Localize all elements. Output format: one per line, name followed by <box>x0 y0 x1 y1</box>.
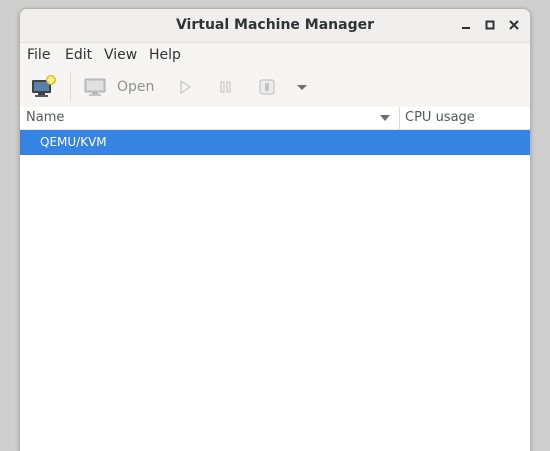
maximize-icon <box>485 20 495 30</box>
menu-help[interactable]: Help <box>149 43 181 67</box>
shutdown-dropdown-button[interactable] <box>296 75 308 99</box>
column-cpu-usage[interactable]: CPU usage <box>405 107 475 129</box>
menu-file[interactable]: File <box>27 43 50 67</box>
window-title: Virtual Machine Manager <box>175 17 375 33</box>
toolbar: Open <box>20 67 530 108</box>
toolbar-separator <box>70 73 71 101</box>
list-item[interactable]: QEMU/KVM <box>20 130 530 155</box>
open-button[interactable]: Open <box>83 75 154 99</box>
menu-view[interactable]: View <box>104 43 137 67</box>
titlebar[interactable]: Virtual Machine Manager <box>20 9 530 43</box>
sort-down-icon[interactable] <box>380 115 390 121</box>
vmm-window: Virtual Machine Manager File Edit View H… <box>19 8 531 451</box>
monitor-icon <box>84 78 106 96</box>
minimize-button[interactable] <box>458 17 474 33</box>
close-icon <box>509 20 519 30</box>
shutdown-button[interactable] <box>258 75 276 99</box>
pause-icon <box>220 81 231 93</box>
minimize-icon <box>462 27 470 29</box>
menubar: File Edit View Help <box>20 43 530 67</box>
new-vm-icon <box>32 75 56 97</box>
column-header: Name CPU usage <box>20 107 530 130</box>
vm-list-area[interactable] <box>20 155 530 451</box>
column-divider[interactable] <box>399 107 400 129</box>
open-label: Open <box>117 79 155 95</box>
run-button[interactable] <box>177 75 193 99</box>
shutdown-icon <box>259 79 275 95</box>
new-vm-button[interactable] <box>31 75 57 99</box>
close-button[interactable] <box>506 17 522 33</box>
maximize-button[interactable] <box>482 17 498 33</box>
connection-name: QEMU/KVM <box>40 135 107 149</box>
chevron-down-icon <box>297 85 307 90</box>
play-icon <box>180 79 192 95</box>
column-name[interactable]: Name <box>26 107 64 129</box>
pause-button[interactable] <box>218 75 234 99</box>
menu-edit[interactable]: Edit <box>65 43 92 67</box>
